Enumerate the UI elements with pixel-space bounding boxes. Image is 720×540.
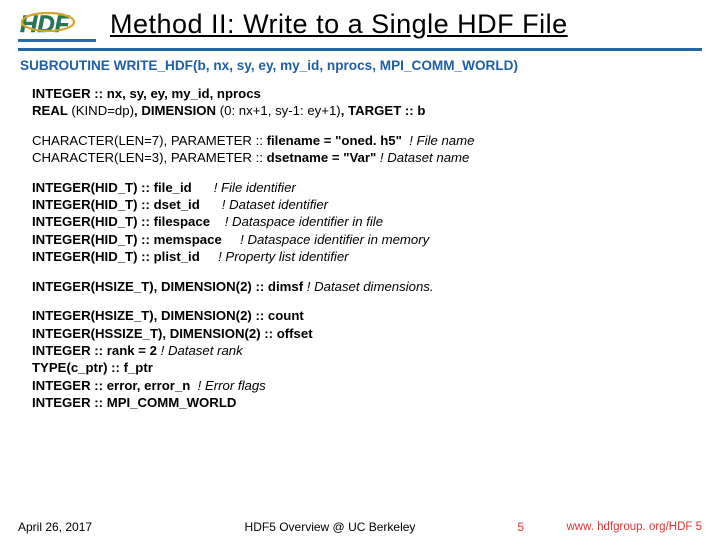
header-rule [18,48,702,51]
slide-title: Method II: Write to a Single HDF File [110,9,568,40]
code-block: INTEGER(HID_T) :: file_id ! File identif… [32,179,706,266]
code-line: INTEGER :: MPI_COMM_WORLD [32,394,706,411]
footer-date: April 26, 2017 [18,520,178,534]
code-line: CHARACTER(LEN=7), PARAMETER :: filename … [32,132,706,149]
code-line: INTEGER :: nx, sy, ey, my_id, nprocs [32,85,706,102]
footer-title: HDF5 Overview @ UC Berkeley [178,520,482,534]
slide-header: HDF Method II: Write to a Single HDF Fil… [0,0,720,44]
code-line: INTEGER(HID_T) :: dset_id ! Dataset iden… [32,196,706,213]
code-line: CHARACTER(LEN=3), PARAMETER :: dsetname … [32,149,706,166]
code-line: INTEGER(HSIZE_T), DIMENSION(2) :: dimsf … [32,278,706,295]
slide-footer: April 26, 2017 HDF5 Overview @ UC Berkel… [0,520,720,534]
code-line: INTEGER(HID_T) :: memspace ! Dataspace i… [32,231,706,248]
footer-page: 5 [482,520,542,534]
code-line: REAL (KIND=dp), DIMENSION (0: nx+1, sy-1… [32,102,706,119]
code-block: INTEGER(HSIZE_T), DIMENSION(2) :: dimsf … [32,278,706,295]
code-line: INTEGER :: rank = 2 ! Dataset rank [32,342,706,359]
code-line: INTEGER(HSSIZE_T), DIMENSION(2) :: offse… [32,325,706,342]
slide-body: SUBROUTINE WRITE_HDF(b, nx, sy, ey, my_i… [0,57,720,412]
code-line: INTEGER(HSIZE_T), DIMENSION(2) :: count [32,307,706,324]
code-block: INTEGER(HSIZE_T), DIMENSION(2) :: countI… [32,307,706,412]
subroutine-signature: SUBROUTINE WRITE_HDF(b, nx, sy, ey, my_i… [20,57,706,75]
code-block: CHARACTER(LEN=7), PARAMETER :: filename … [32,132,706,167]
code-line: INTEGER(HID_T) :: filespace ! Dataspace … [32,213,706,230]
code-line: INTEGER(HID_T) :: plist_id ! Property li… [32,248,706,265]
code-line: INTEGER :: error, error_n ! Error flags [32,377,706,394]
hdf-logo: HDF [18,6,96,42]
code-line: TYPE(c_ptr) :: f_ptr [32,359,706,376]
footer-url: www. hdfgroup. org/HDF 5 [542,521,702,533]
code-line: INTEGER(HID_T) :: file_id ! File identif… [32,179,706,196]
code-block: INTEGER :: nx, sy, ey, my_id, nprocsREAL… [32,85,706,120]
